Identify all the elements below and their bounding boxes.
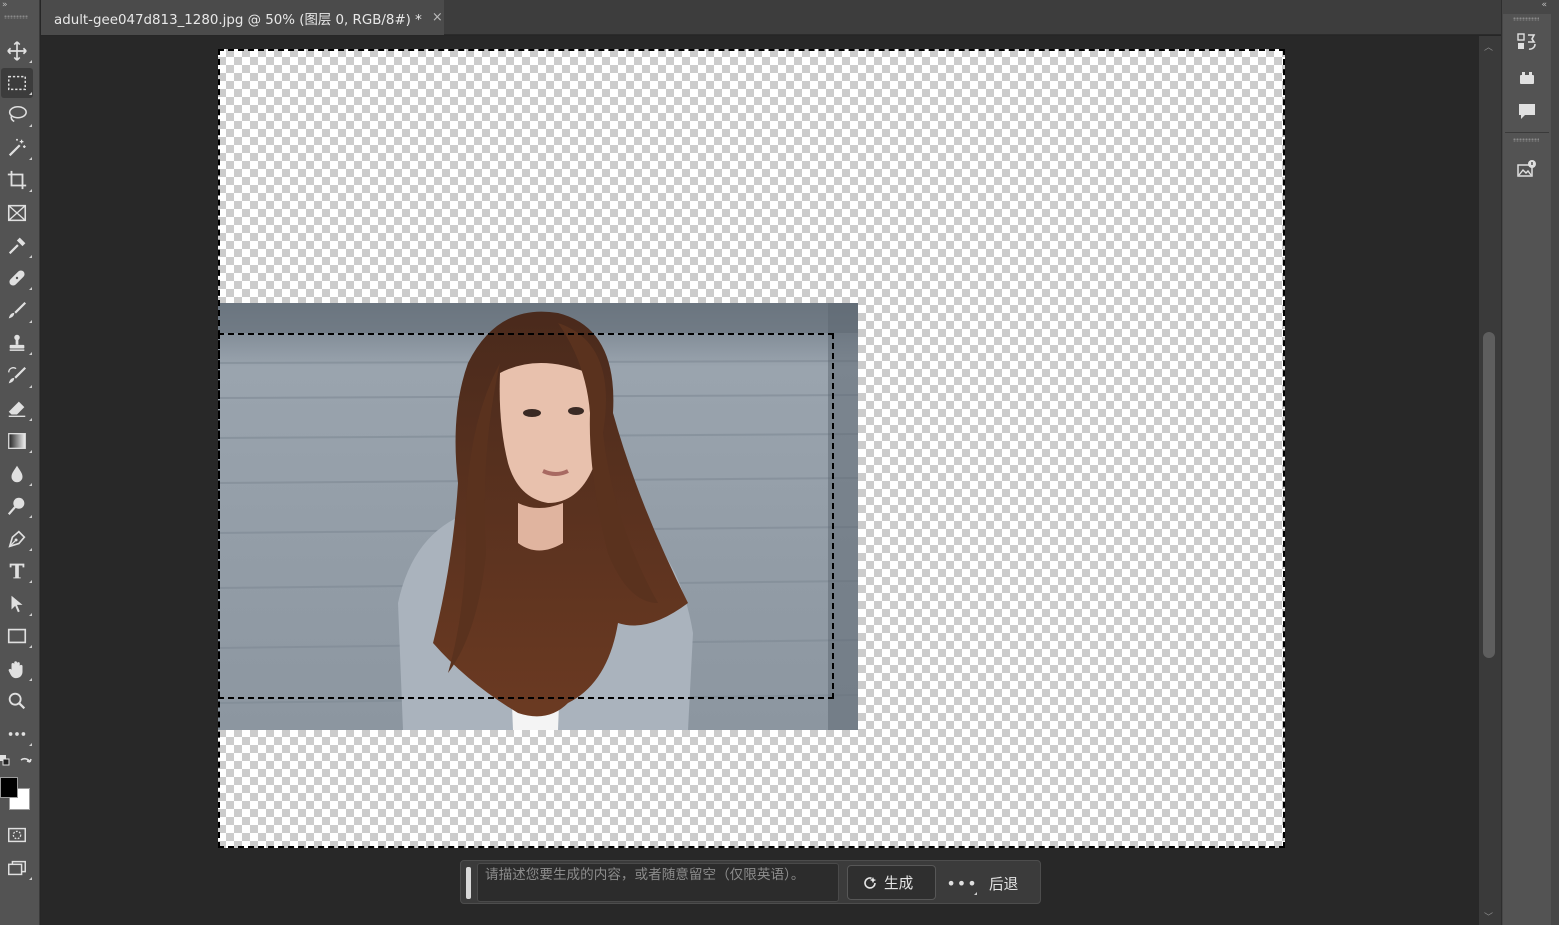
drop-icon	[11, 465, 23, 483]
type-icon	[9, 563, 25, 579]
swap-colors-icon[interactable]	[18, 754, 34, 770]
eyedropper-icon	[8, 237, 26, 255]
generate-icon	[864, 876, 877, 889]
libraries-panel-button[interactable]	[1515, 157, 1539, 181]
panel-dock: «	[1501, 0, 1559, 925]
vertical-scrollbar[interactable]: ︿ ﹀	[1479, 36, 1501, 925]
drag-handle-icon[interactable]	[1513, 17, 1539, 21]
history-brush-tool[interactable]	[1, 361, 33, 391]
blur-tool[interactable]	[1, 459, 33, 489]
stamp-icon	[9, 334, 25, 351]
eraser-tool[interactable]	[1, 394, 33, 424]
hand-tool[interactable]	[1, 654, 33, 684]
undo-button[interactable]: 后退	[989, 867, 1035, 899]
lasso-icon	[8, 105, 27, 123]
undo-label: 后退	[989, 875, 1019, 893]
more-icon	[8, 732, 26, 736]
history-icon	[1517, 33, 1536, 50]
expand-panels-chevron-icon[interactable]: «	[1541, 0, 1547, 10]
document-canvas[interactable]	[218, 49, 1285, 848]
toolbar-grip[interactable]: »	[0, 0, 40, 24]
plugins-panel-button[interactable]	[1515, 66, 1539, 90]
bandage-icon	[9, 270, 25, 286]
lasso-tool[interactable]	[1, 100, 33, 130]
contextual-task-bar: 请描述您要生成的内容，或者随意留空（仅限英语）。 生成 ••• 后退	[460, 860, 1041, 904]
type-tool[interactable]	[1, 556, 33, 586]
comments-panel-button[interactable]	[1515, 100, 1539, 124]
magic-wand-tool[interactable]	[1, 133, 33, 163]
comment-icon	[1519, 104, 1535, 119]
history-panel-button[interactable]	[1515, 30, 1539, 54]
close-icon[interactable]: ×	[432, 10, 443, 25]
document-tab[interactable]: adult-gee047d813_1280.jpg @ 50% (图层 0, R…	[41, 0, 444, 35]
generative-prompt-input[interactable]: 请描述您要生成的内容，或者随意留空（仅限英语）。	[477, 863, 839, 902]
dodge-tool[interactable]	[1, 491, 33, 521]
prompt-placeholder: 请描述您要生成的内容，或者随意留空（仅限英语）。	[485, 867, 805, 883]
generate-label: 生成	[884, 875, 914, 892]
dodge-icon	[7, 497, 25, 515]
history-brush-icon	[8, 366, 27, 384]
clone-stamp-tool[interactable]	[1, 328, 33, 358]
move-tool[interactable]	[1, 36, 33, 66]
quick-mask-icon	[8, 827, 26, 843]
screen-mode-icon	[8, 860, 26, 876]
canvas-selection-border	[218, 49, 1285, 848]
brush-tool[interactable]	[1, 296, 33, 326]
marquee-icon	[8, 75, 26, 91]
taskbar-drag-handle[interactable]	[466, 867, 471, 899]
document-tab-title: adult-gee047d813_1280.jpg @ 50% (图层 0, R…	[54, 12, 422, 28]
document-tab-bar: adult-gee047d813_1280.jpg @ 50% (图层 0, R…	[41, 0, 1501, 35]
eraser-icon	[8, 401, 26, 418]
eyedropper-tool[interactable]	[1, 231, 33, 261]
more-icon: •••	[946, 873, 978, 893]
arrow-icon	[11, 595, 23, 613]
panel-icon-column	[1503, 14, 1551, 925]
gradient-tool[interactable]	[1, 426, 33, 456]
rectangle-tool[interactable]	[1, 621, 33, 651]
plugin-icon	[1520, 72, 1534, 84]
crop-icon	[7, 170, 27, 190]
magic-wand-icon	[8, 138, 26, 157]
generate-button[interactable]: 生成	[847, 865, 936, 900]
panel-separator	[1505, 132, 1549, 133]
brush-icon	[8, 301, 27, 319]
canvas-workspace[interactable]	[41, 36, 1479, 925]
tools-panel: »	[0, 0, 40, 925]
scroll-up-icon[interactable]: ︿	[1484, 40, 1493, 53]
healing-brush-tool[interactable]	[1, 263, 33, 293]
crop-tool[interactable]	[1, 165, 33, 195]
path-selection-tool[interactable]	[1, 589, 33, 619]
zoom-icon	[8, 692, 26, 710]
rectangular-marquee-tool[interactable]	[1, 68, 33, 98]
drag-handle-icon[interactable]	[1513, 138, 1539, 142]
quick-mask-button[interactable]	[1, 820, 33, 850]
gradient-icon	[8, 433, 26, 449]
image-library-icon	[1517, 160, 1536, 177]
default-colors-icon[interactable]	[0, 754, 12, 768]
frame-tool[interactable]	[1, 198, 33, 228]
scroll-down-icon[interactable]: ﹀	[1484, 910, 1493, 923]
pen-icon	[8, 530, 26, 548]
more-options-button[interactable]: •••	[945, 867, 979, 899]
collapse-chevron-icon[interactable]: »	[2, 0, 8, 10]
edit-toolbar[interactable]	[1, 719, 33, 749]
pen-tool[interactable]	[1, 524, 33, 554]
screen-mode-button[interactable]	[1, 853, 33, 883]
hand-icon	[8, 661, 23, 679]
scrollbar-thumb[interactable]	[1483, 332, 1495, 658]
foreground-color-swatch[interactable]	[0, 777, 18, 798]
zoom-tool[interactable]	[1, 686, 33, 716]
move-icon	[7, 41, 27, 61]
drag-handle-icon[interactable]	[4, 15, 28, 19]
frame-icon	[7, 204, 27, 222]
rectangle-icon	[7, 628, 27, 644]
